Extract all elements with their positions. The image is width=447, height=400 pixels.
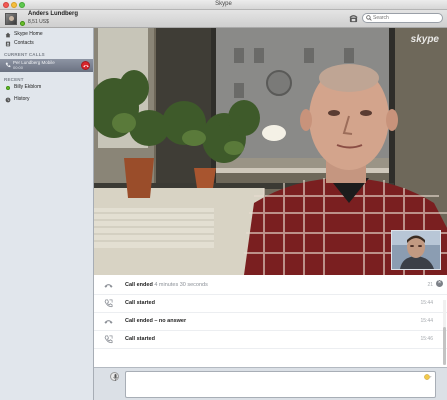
sidebar-item-history[interactable]: History [0, 95, 93, 105]
search-icon [366, 15, 372, 21]
hang-up-icon [83, 64, 89, 68]
list-item[interactable]: Call started 15:46 [94, 331, 447, 349]
message-composer [94, 367, 447, 400]
online-status-icon [6, 86, 10, 90]
message-input[interactable] [126, 372, 435, 397]
microphone-button[interactable] [110, 372, 119, 381]
self-view-video[interactable] [391, 230, 441, 270]
history-icon [5, 97, 11, 103]
sidebar-item-label: Contacts [14, 40, 34, 46]
history-entry-title: Call started [125, 336, 155, 342]
skype-logo: skype [410, 34, 439, 45]
self-view-frame [392, 231, 440, 269]
sidebar-item-contacts[interactable]: Contacts [0, 39, 93, 49]
online-status-icon[interactable] [20, 21, 25, 26]
list-item[interactable]: Call ended – no answer 15:44 [94, 313, 447, 331]
search-field[interactable] [362, 13, 443, 23]
search-input[interactable] [373, 14, 439, 22]
history-entry-title: Call ended 4 minutes 30 seconds [125, 282, 208, 288]
dial-phone-button[interactable] [349, 14, 358, 23]
call-started-icon [104, 299, 113, 308]
call-ended-icon [104, 281, 113, 290]
call-ended-icon [104, 317, 113, 326]
history-entry-title: Call started [125, 300, 155, 306]
user-name[interactable]: Anders Lundberg [28, 11, 78, 17]
sidebar: Skype Home Contacts CURRENT CALLS Per Lu… [0, 28, 94, 400]
call-started-icon [104, 335, 113, 344]
sidebar-item-label: History [14, 96, 30, 102]
title-bar: Skype [0, 0, 447, 10]
hang-up-button[interactable] [81, 61, 90, 70]
current-calls-header: CURRENT CALLS [4, 52, 45, 57]
message-field[interactable] [125, 371, 436, 398]
history-entry-title: Call ended – no answer [125, 318, 187, 324]
scrollbar-thumb[interactable] [443, 327, 446, 365]
history-entry-time: 15:44 [420, 300, 433, 306]
sidebar-item-label: Billy Ekblom [14, 84, 42, 90]
call-duration: 4 minutes 30 seconds [154, 282, 208, 288]
close-button[interactable]: × [436, 280, 443, 287]
toolbar: Anders Lundberg 8,51 US$ [0, 10, 447, 28]
avatar[interactable] [5, 13, 17, 25]
skype-credit[interactable]: 8,51 US$ [28, 19, 49, 25]
sidebar-item-label: Skype Home [14, 31, 43, 37]
current-call-duration: 00:00 [13, 65, 24, 70]
history-entry-time: 15:44 [420, 318, 433, 324]
recent-header: RECENT [4, 77, 24, 82]
phone-icon [5, 62, 11, 68]
phone-icon [349, 15, 358, 23]
emoticon-button[interactable] [424, 374, 432, 380]
call-history: Call ended 4 minutes 30 seconds 21 × Cal… [94, 275, 447, 367]
history-entry-time: 21 [427, 282, 433, 288]
list-item[interactable]: Call ended 4 minutes 30 seconds 21 × [94, 277, 447, 295]
window-title: Skype [215, 1, 232, 7]
video-call-view[interactable]: skype [94, 28, 447, 275]
sidebar-item-billy-ekblom[interactable]: Billy Ekblom [0, 83, 93, 93]
smiley-icon [424, 374, 432, 380]
sidebar-item-current-call[interactable]: Per Lundberg Mobile 00:00 [0, 59, 93, 72]
history-entry-time: 15:46 [420, 336, 433, 342]
contacts-icon [5, 41, 11, 47]
home-icon [5, 32, 11, 38]
list-item[interactable]: Call started 15:44 [94, 295, 447, 313]
microphone-icon [113, 374, 118, 381]
